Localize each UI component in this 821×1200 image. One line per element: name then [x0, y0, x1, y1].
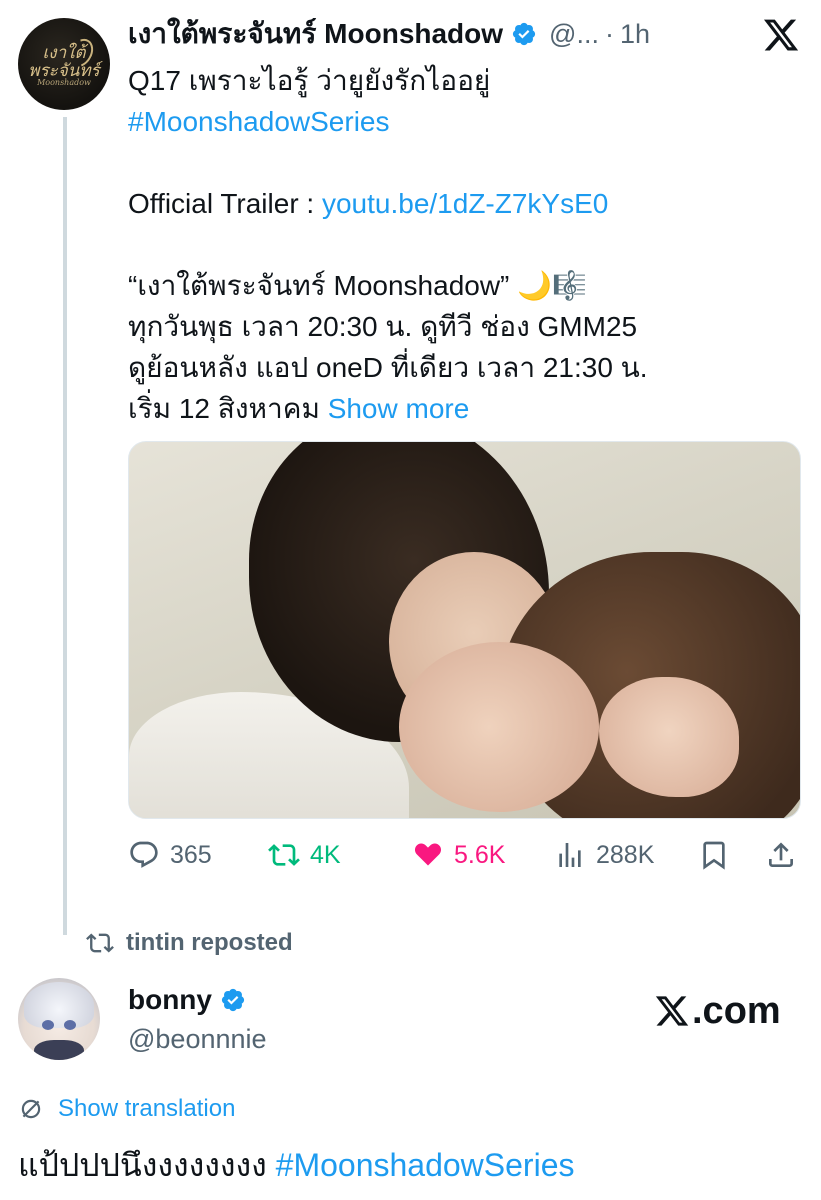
separator-dot: ·	[604, 18, 614, 49]
post-action-bar: 365 4K 5.6K 288K	[128, 835, 801, 875]
reply-hashtag-link[interactable]: #MoonshadowSeries	[276, 1147, 575, 1183]
post-line-1: Q17 เพราะไอรู้ ว่ายูยังรักไออยู่	[128, 65, 491, 96]
reply-text: แป้ปปปนึงงงงงงงง #MoonshadowSeries	[18, 1140, 574, 1191]
post-time[interactable]: 1h	[620, 19, 650, 50]
reply-icon	[130, 841, 158, 868]
views-icon	[559, 843, 581, 867]
trailer-link[interactable]: youtu.be/1dZ-Z7kYsE0	[322, 188, 608, 219]
reply-author-name[interactable]: bonny	[128, 984, 212, 1016]
repost-icon	[86, 933, 114, 953]
bookmark-icon	[703, 841, 725, 870]
post-media-image[interactable]	[128, 441, 801, 819]
repost-banner[interactable]: tintin reposted	[86, 926, 293, 960]
show-more-link[interactable]: Show more	[328, 393, 470, 424]
like-count: 5.6K	[454, 840, 506, 869]
x-logo-icon	[655, 996, 689, 1026]
post-text: Q17 เพราะไอรู้ ว่ายูยังรักไออยู่ #Moonsh…	[128, 60, 808, 429]
author-name[interactable]: เงาใต้พระจันทร์ Moonshadow	[128, 12, 503, 56]
bookmark-button[interactable]	[698, 835, 740, 875]
hashtag-link[interactable]: #MoonshadowSeries	[128, 106, 390, 137]
repost-banner-text: tintin reposted	[126, 929, 293, 956]
reply-author[interactable]: bonny	[128, 984, 246, 1016]
author-handle[interactable]: @...	[549, 19, 599, 50]
repost-button[interactable]: 4K	[268, 835, 341, 875]
translate-icon	[21, 1099, 41, 1119]
watermark-domain: .com	[692, 989, 781, 1032]
share-icon	[769, 842, 793, 867]
reply-count: 365	[170, 840, 212, 869]
like-heart-icon	[414, 843, 442, 866]
share-button[interactable]	[765, 835, 807, 875]
x-logo-icon[interactable]	[762, 16, 800, 54]
verified-badge-icon	[221, 988, 245, 1012]
show-translation-button[interactable]: Show translation	[18, 1095, 235, 1123]
reply-body: แป้ปปปนึงงงงงงงง	[18, 1147, 276, 1183]
trailer-label: Official Trailer :	[128, 188, 322, 219]
thread-connector-line	[63, 117, 67, 935]
verified-badge-icon	[512, 22, 536, 46]
post-line-start: เริ่ม 12 สิงหาคม	[128, 393, 328, 424]
avatar-logo-sub: Moonshadow	[37, 78, 91, 87]
post-header: เงาใต้พระจันทร์ Moonshadow @... · 1h	[128, 16, 650, 52]
bonny-avatar[interactable]	[18, 978, 100, 1060]
like-button[interactable]: 5.6K	[412, 835, 505, 875]
repost-count: 4K	[310, 840, 341, 869]
post-line-rerun: ดูย้อนหลัง แอป oneD ที่เดียว เวลา 21:30 …	[128, 352, 648, 383]
show-translation-label: Show translation	[58, 1095, 236, 1122]
reply-button[interactable]: 365	[128, 835, 212, 875]
post-line-schedule: ทุกวันพุธ เวลา 20:30 น. ดูทีวี ช่อง GMM2…	[128, 311, 638, 342]
views-count: 288K	[596, 840, 655, 869]
avatar-logo-text: เงาใต้พระจันทร์	[28, 43, 100, 81]
moonshadow-avatar[interactable]: เงาใต้พระจันทร์ Moonshadow	[18, 18, 110, 110]
views-button[interactable]: 288K	[554, 835, 654, 875]
post-line-title: “เงาใต้พระจันทร์ Moonshadow” 🌙🎼	[128, 270, 587, 301]
x-com-watermark: .com	[654, 988, 781, 1034]
repost-icon	[268, 844, 300, 866]
reply-author-handle[interactable]: @beonnnie	[128, 1024, 267, 1055]
